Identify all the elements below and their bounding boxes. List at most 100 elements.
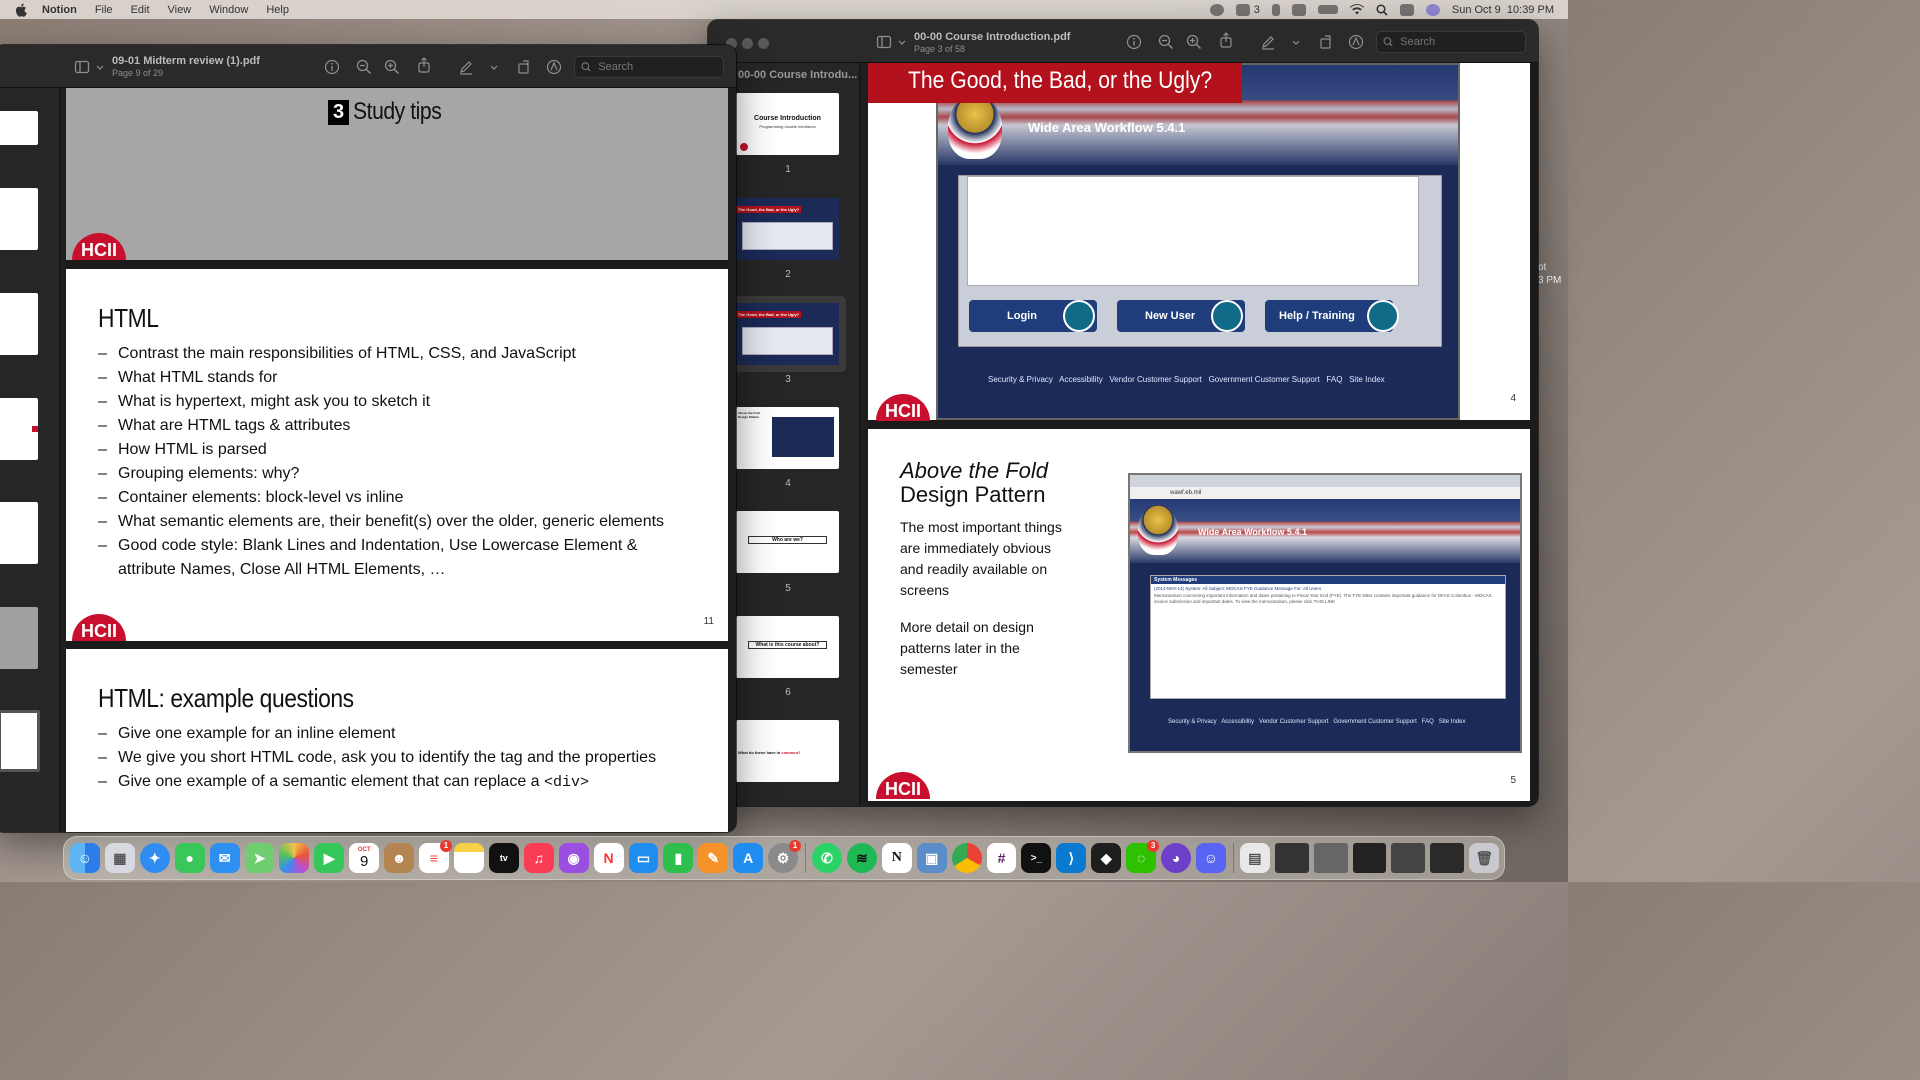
rotate-icon[interactable] [516, 59, 532, 75]
annotate-circle-icon[interactable] [546, 59, 562, 75]
footer-link[interactable]: Accessibility [1059, 375, 1103, 384]
page-thumbnail-1[interactable]: Course Introduction Programming Usable I… [736, 93, 839, 155]
minimized-window-thumbnail[interactable] [1430, 843, 1465, 873]
markup-chevron-down-icon[interactable] [486, 59, 498, 75]
notion-icon[interactable]: N [881, 843, 912, 873]
slack-icon[interactable]: # [986, 843, 1017, 873]
minimized-window-thumbnail[interactable] [1391, 843, 1426, 873]
selected-page-thumbnail[interactable] [0, 710, 40, 772]
notes-icon[interactable] [453, 843, 484, 873]
page-thumbnail-2[interactable]: The Good, the Bad, or the Ugly? [736, 198, 839, 260]
minimized-window-thumbnail[interactable] [1313, 843, 1348, 873]
chevron-down-icon[interactable] [894, 34, 906, 50]
page-thumbnail-7[interactable]: What do these have in common? [736, 720, 839, 782]
mail-icon[interactable]: ✉ [209, 843, 240, 873]
preview-icon[interactable]: ▣ [916, 843, 947, 873]
page-thumbnail-4[interactable]: Above the Fold Design Pattern [736, 407, 839, 469]
trash-icon[interactable]: 🗑 [1469, 843, 1500, 873]
news-icon[interactable]: N [593, 843, 624, 873]
menu-help[interactable]: Help [266, 4, 289, 16]
info-icon[interactable] [1126, 34, 1142, 50]
vscode-icon[interactable]: ⟩ [1056, 843, 1087, 873]
minimized-window-thumbnail[interactable] [1352, 843, 1387, 873]
page-thumbnail[interactable] [0, 502, 38, 564]
annotate-circle-icon[interactable] [1348, 34, 1364, 50]
whatsapp-icon[interactable]: ✆ [812, 843, 842, 873]
wechat-icon[interactable]: ◌ 3 [1126, 840, 1160, 873]
sidebar-toggle-icon[interactable] [876, 34, 892, 50]
search-field[interactable] [574, 56, 724, 78]
document-view[interactable]: Wide Area Workflow 5.4.1 Login New User [868, 63, 1538, 806]
sidebar-toggle-icon[interactable] [74, 59, 90, 75]
messages-icon[interactable]: ● [174, 843, 205, 873]
page-thumbnail[interactable] [0, 607, 38, 669]
wawf-new-user-button[interactable]: New User [1117, 300, 1245, 332]
page-thumbnail[interactable] [0, 188, 38, 250]
minimize-window-button[interactable] [742, 38, 753, 49]
zoom-out-icon[interactable] [356, 59, 372, 75]
menu-view[interactable]: View [168, 4, 192, 16]
safari-icon[interactable]: ✦ [139, 843, 170, 873]
app-store-icon[interactable]: A [733, 843, 764, 873]
launchpad-icon[interactable]: ▦ [104, 843, 135, 873]
zoom-window-button[interactable] [758, 38, 769, 49]
numbers-icon[interactable]: ▮ [663, 843, 694, 873]
figma-icon[interactable]: ◆ [1091, 843, 1122, 873]
info-icon[interactable] [324, 59, 340, 75]
wawf-help-training-button[interactable]: Help / Training [1265, 300, 1399, 332]
grid-status-icon[interactable] [1291, 3, 1306, 16]
search-input[interactable] [598, 61, 723, 73]
calendar-icon[interactable]: OCT 9 [349, 843, 380, 873]
wechat-status[interactable]: 3 [1235, 3, 1260, 16]
contacts-icon[interactable]: ☻ [384, 843, 415, 873]
github-desktop-icon[interactable]: ◕ [1161, 843, 1191, 873]
finder-icon[interactable]: ☺ [70, 843, 100, 873]
footer-link[interactable]: Security & Privacy [988, 375, 1053, 384]
bluetooth-icon[interactable] [1271, 3, 1280, 16]
share-icon[interactable] [1218, 32, 1234, 48]
battery-icon[interactable] [1317, 5, 1338, 14]
apple-tv-icon[interactable]: tv [488, 843, 519, 873]
chevron-down-icon[interactable] [92, 59, 104, 75]
spotify-icon[interactable]: ≋ [846, 843, 877, 873]
footer-link[interactable]: Vendor Customer Support [1109, 375, 1202, 384]
menubar-clock[interactable]: Sun Oct 9 10:39 PM [1452, 4, 1554, 16]
maps-icon[interactable]: ➤ [244, 843, 275, 873]
document-view[interactable]: 3 Study tips HCII HTML Contrast the main… [66, 88, 728, 832]
apple-menu-icon[interactable] [14, 3, 28, 17]
markup-chevron-down-icon[interactable] [1288, 34, 1300, 50]
markup-pen-icon[interactable] [458, 59, 474, 75]
reminders-icon[interactable]: ≡ 1 [419, 840, 452, 873]
chrome-icon[interactable] [951, 843, 982, 873]
photos-icon[interactable] [279, 843, 310, 873]
menu-window[interactable]: Window [209, 4, 248, 16]
footer-link[interactable]: FAQ [1326, 375, 1342, 384]
wawf-login-button[interactable]: Login [969, 300, 1097, 332]
markup-pen-icon[interactable] [1260, 34, 1276, 50]
facetime-icon[interactable]: ▶ [314, 843, 345, 873]
terminal-icon[interactable]: >_ [1021, 843, 1052, 873]
menu-edit[interactable]: Edit [131, 4, 150, 16]
minimized-window-thumbnail[interactable] [1274, 843, 1309, 873]
menu-app-name[interactable]: Notion [42, 4, 77, 16]
siri-icon[interactable] [1425, 3, 1440, 16]
discord-icon[interactable]: ☺ [1196, 843, 1226, 873]
zoom-in-icon[interactable] [1186, 34, 1202, 50]
music-icon[interactable]: ♫ [523, 843, 554, 873]
page-thumbnail[interactable] [0, 111, 38, 145]
wifi-icon[interactable] [1349, 4, 1364, 15]
keynote-icon[interactable]: ▭ [628, 843, 659, 873]
chrome-status-icon[interactable] [1209, 3, 1224, 16]
documents-folder-icon[interactable]: ▤ [1239, 843, 1270, 873]
podcasts-icon[interactable]: ◉ [558, 843, 589, 873]
control-center-icon[interactable] [1399, 3, 1414, 16]
footer-link[interactable]: Government Customer Support [1209, 375, 1320, 384]
zoom-in-icon[interactable] [384, 59, 400, 75]
search-field[interactable] [1376, 31, 1526, 53]
page-thumbnail-6[interactable]: What is this course about? [736, 616, 839, 678]
page-thumbnail[interactable] [0, 293, 38, 355]
page-thumbnail-3[interactable]: The Good, the Bad, or the Ugly? [736, 303, 839, 365]
system-preferences-icon[interactable]: ⚙ 1 [768, 840, 802, 873]
zoom-out-icon[interactable] [1158, 34, 1174, 50]
share-icon[interactable] [416, 57, 432, 73]
